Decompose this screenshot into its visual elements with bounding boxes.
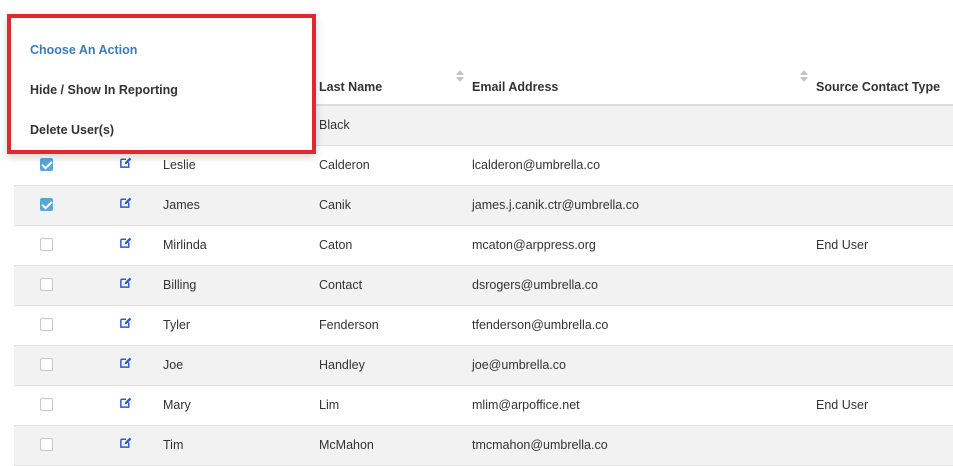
first-name-cell: Tim (163, 438, 184, 452)
edit-icon[interactable] (119, 156, 132, 169)
edit-icon[interactable] (119, 316, 132, 329)
last-name-cell: Calderon (319, 158, 370, 172)
edit-icon[interactable] (119, 236, 132, 249)
table-row[interactable]: Tim McMahon tmcmahon@umbrella.co (14, 426, 953, 466)
table-row[interactable]: Joe Handley joe@umbrella.co (14, 346, 953, 386)
sort-icon[interactable] (800, 70, 808, 84)
edit-icon[interactable] (119, 196, 132, 209)
email-cell: lcalderon@umbrella.co (472, 158, 601, 172)
email-cell: tmcmahon@umbrella.co (472, 438, 608, 452)
column-header-email[interactable]: Email Address (472, 80, 558, 94)
sort-icon[interactable] (456, 70, 464, 84)
table-row[interactable]: Mirlinda Caton mcaton@arppress.org End User (14, 226, 953, 266)
last-name-cell: Handley (319, 358, 365, 372)
row-select-checkbox[interactable] (40, 278, 53, 291)
last-name-cell: Canik (319, 198, 351, 212)
row-select-checkbox[interactable] (40, 318, 53, 331)
row-select-checkbox[interactable] (40, 398, 53, 411)
last-name-cell: Black (319, 118, 350, 132)
column-header-last-name[interactable]: Last Name (319, 80, 382, 94)
first-name-cell: Mirlinda (163, 238, 207, 252)
last-name-cell: Caton (319, 238, 353, 252)
source-contact-type-cell: End User (816, 238, 869, 252)
edit-icon[interactable] (119, 356, 132, 369)
first-name-cell: Billing (163, 278, 197, 292)
last-name-cell: McMahon (319, 438, 374, 452)
email-cell: joe@umbrella.co (472, 358, 566, 372)
first-name-cell: Mary (163, 398, 191, 412)
row-select-checkbox[interactable] (40, 198, 53, 211)
first-name-cell: Tyler (163, 318, 191, 332)
edit-icon[interactable] (119, 276, 132, 289)
email-cell: tfenderson@umbrella.co (472, 318, 609, 332)
hide-show-reporting-option[interactable]: Hide / Show In Reporting (30, 83, 178, 97)
first-name-cell: Joe (163, 358, 184, 372)
row-select-checkbox[interactable] (40, 358, 53, 371)
email-cell: mcaton@arppress.org (472, 238, 596, 252)
last-name-cell: Lim (319, 398, 340, 412)
table-row[interactable]: Billing Contact dsrogers@umbrella.co (14, 266, 953, 306)
edit-icon[interactable] (119, 436, 132, 449)
table-row[interactable]: James Canik james.j.canik.ctr@umbrella.co (14, 186, 953, 226)
email-cell: james.j.canik.ctr@umbrella.co (472, 198, 639, 212)
table-row[interactable]: Mary Lim mlim@arpoffice.net End User (14, 386, 953, 426)
source-contact-type-cell: End User (816, 398, 869, 412)
email-cell: dsrogers@umbrella.co (472, 278, 598, 292)
first-name-cell: James (163, 198, 200, 212)
table-row[interactable]: Tyler Fenderson tfenderson@umbrella.co (14, 306, 953, 346)
choose-action-title[interactable]: Choose An Action (30, 43, 137, 57)
delete-users-option[interactable]: Delete User(s) (30, 123, 114, 137)
first-name-cell: Leslie (163, 158, 196, 172)
last-name-cell: Fenderson (319, 318, 379, 332)
last-name-cell: Contact (319, 278, 363, 292)
column-header-source-contact-type[interactable]: Source Contact Type (816, 80, 940, 94)
email-cell: mlim@arpoffice.net (472, 398, 580, 412)
actions-dropdown: Choose An Action Hide / Show In Reportin… (7, 14, 316, 154)
table-body: Black Leslie Calderon lcalderon@umbrella.co… (14, 106, 953, 466)
row-select-checkbox[interactable] (40, 158, 53, 171)
edit-icon[interactable] (119, 396, 132, 409)
row-select-checkbox[interactable] (40, 238, 53, 251)
row-select-checkbox[interactable] (40, 438, 53, 451)
